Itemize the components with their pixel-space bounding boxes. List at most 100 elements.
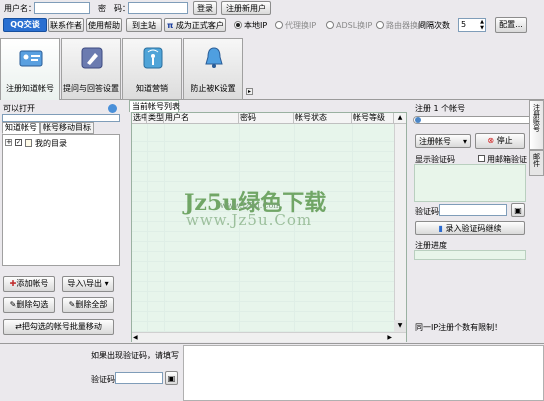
delete-checked-label: 删除勾选 [16, 300, 49, 309]
grid-row-line [132, 143, 394, 152]
login-button[interactable]: 登录 [193, 1, 217, 15]
radio-local-ip-label: 本地IP [244, 21, 268, 30]
tabs-scroll-arrow-icon[interactable]: ▸ [246, 88, 253, 95]
captcha-label: 验证码 [415, 207, 439, 216]
grid-row-line [132, 233, 394, 242]
account-type-value: 注册帐号 [419, 137, 451, 146]
import-export-button[interactable]: 导入\导出 ▾ [62, 276, 114, 292]
captcha-continue-icon: ▮ [438, 224, 443, 233]
refresh-icon: ▣ [514, 206, 522, 215]
grid-row-line [132, 313, 394, 322]
spin-arrows-icon[interactable]: ▲ ▼ [480, 19, 484, 31]
become-pro-button[interactable]: π 成为正式客户 [164, 18, 226, 32]
scroll-right-arrow-icon[interactable]: ▶ [387, 333, 392, 342]
expand-icon[interactable]: + [5, 139, 12, 146]
tab-anti-ban[interactable]: 防止被K设置 [183, 38, 243, 100]
delete-all-label: 删除全部 [75, 300, 108, 309]
grid-row-line [132, 163, 394, 172]
qq-chat-label: QQ交谈 [10, 20, 40, 29]
tab-register-account[interactable]: 注册知道帐号 [0, 38, 60, 100]
watermark-url-small: www.Jz5u.Com [220, 201, 281, 210]
stop-icon: ⊗ [487, 136, 495, 145]
info-icon[interactable] [108, 104, 117, 113]
side-tab-register[interactable]: 注册账号 [529, 100, 544, 150]
tree-root-label: 我的目录 [35, 139, 67, 148]
home-site-button[interactable]: 到主站 [126, 18, 162, 32]
pi-icon: π [167, 21, 174, 30]
batch-move-label: 把勾选的帐号批量移动 [21, 322, 102, 331]
tab-register-account-label: 注册知道帐号 [6, 84, 54, 93]
account-type-select[interactable]: 注册帐号 ▾ [415, 134, 471, 148]
top-toolbar: 用户名： 密 码： 登录 注册新用户 QQ交谈 联系作者 使用帮助 到主站 π … [0, 0, 544, 36]
password-label: 密 码： [98, 4, 130, 13]
subtab-accounts[interactable]: 知道帐号 [2, 122, 40, 134]
horizontal-scrollbar[interactable]: ◀ ▶ [132, 332, 406, 342]
radio-local-ip[interactable] [234, 21, 242, 29]
antenna-icon [143, 47, 163, 69]
radio-proxy-ip[interactable] [275, 21, 283, 29]
account-tree: + ✓ 我的目录 [2, 134, 120, 266]
col-header-level[interactable]: 帐号等级 [352, 113, 394, 124]
col-header-password[interactable]: 密码 [239, 113, 294, 124]
tab-marketing[interactable]: 知道营销 [122, 38, 182, 100]
scroll-left-arrow-icon[interactable]: ◀ [133, 333, 138, 342]
enter-captcha-continue-button[interactable]: ▮ 录入验证码继续 [415, 221, 525, 235]
accounts-grid: 选中 类型 用户名 密码 帐号状态 帐号等级 ▲ ▼ ◀ ▶ Jz5u绿色下载 … [131, 112, 407, 342]
become-pro-label: 成为正式客户 [175, 21, 224, 30]
slider-thumb[interactable] [415, 117, 421, 123]
tab-qa-settings-label: 提问与回答设置 [63, 84, 119, 93]
contact-author-button[interactable]: 联系作者 [48, 18, 84, 32]
right-panel: 注册 1 个帐号 注册帐号 ▾ ⊗ 停止 显示验证码 用邮箱验证 验证码 ▣ ▮… [409, 100, 544, 343]
grid-row-line [132, 283, 394, 292]
register-count-label: 注册 1 个帐号 [415, 104, 466, 113]
bottom-captcha-input[interactable] [115, 372, 163, 384]
col-header-status[interactable]: 帐号状态 [294, 113, 352, 124]
bottom-captcha-button[interactable]: ▣ [165, 371, 178, 385]
grid-row-line [132, 173, 394, 182]
scroll-down-arrow-icon[interactable]: ▼ [394, 320, 406, 332]
use-mailbox-checkbox[interactable] [478, 155, 485, 162]
radio-router-ip[interactable] [376, 21, 384, 29]
config-button[interactable]: 配置... [495, 17, 527, 33]
add-account-button[interactable]: ✚添加帐号 [3, 276, 55, 292]
tab-current-accounts[interactable]: 当前帐号列表 [129, 100, 180, 112]
filter-input[interactable] [2, 114, 120, 122]
side-tab-mail[interactable]: 邮件 [529, 150, 544, 176]
tab-qa-settings[interactable]: 提问与回答设置 [61, 38, 121, 100]
left-panel: 可以打开 知道帐号 帐号移动目标 + ✓ 我的目录 ✚添加帐号 导入\导出 ▾ … [0, 100, 126, 343]
captcha-refresh-button[interactable]: ▣ [511, 203, 525, 217]
delete-checked-button[interactable]: ✎删除勾选 [3, 297, 55, 313]
center-panel: 当前帐号列表 选中 类型 用户名 密码 帐号状态 帐号等级 ▲ ▼ ◀ ▶ Jz… [127, 100, 408, 343]
radio-adsl-ip[interactable] [326, 21, 334, 29]
import-export-label: 导入\导出 [67, 279, 103, 288]
refresh-icon: ▣ [167, 374, 176, 383]
delete-all-button[interactable]: ✎删除全部 [62, 297, 114, 313]
grid-row-line [132, 303, 394, 312]
chevron-down-icon: ▾ [462, 137, 467, 146]
register-slider[interactable] [413, 116, 537, 124]
captcha-input[interactable] [439, 204, 507, 216]
password-input[interactable] [128, 2, 188, 14]
username-label: 用户名： [4, 4, 36, 13]
qq-chat-button[interactable]: QQ交谈 [3, 18, 47, 32]
col-header-select[interactable]: 选中 [132, 113, 147, 124]
interval-spinbox[interactable]: 5 ▲ ▼ [458, 18, 486, 32]
col-header-username[interactable]: 用户名 [164, 113, 239, 124]
vertical-scrollbar[interactable] [394, 124, 406, 332]
subtab-move-target[interactable]: 帐号移动目标 [40, 122, 94, 134]
watermark-url: www.Jz5u.Com [186, 211, 313, 229]
dropdown-arrow-icon: ▾ [102, 279, 109, 288]
col-header-type[interactable]: 类型 [147, 113, 164, 124]
register-new-user-button[interactable]: 注册新用户 [221, 1, 271, 15]
grid-row-line [132, 253, 394, 262]
username-input[interactable] [34, 2, 90, 14]
batch-move-button[interactable]: ⇄把勾选的帐号批量移动 [3, 319, 114, 335]
help-button[interactable]: 使用帮助 [86, 18, 122, 32]
side-tab-mail-label: 邮件 [532, 153, 541, 167]
tree-checkbox[interactable]: ✓ [15, 139, 22, 146]
scroll-up-arrow-icon[interactable]: ▲ [394, 113, 406, 124]
edit-pen-icon [81, 47, 103, 69]
stop-button[interactable]: ⊗ 停止 [475, 133, 525, 149]
grid-row-line [132, 153, 394, 162]
grid-row-line [132, 323, 394, 332]
